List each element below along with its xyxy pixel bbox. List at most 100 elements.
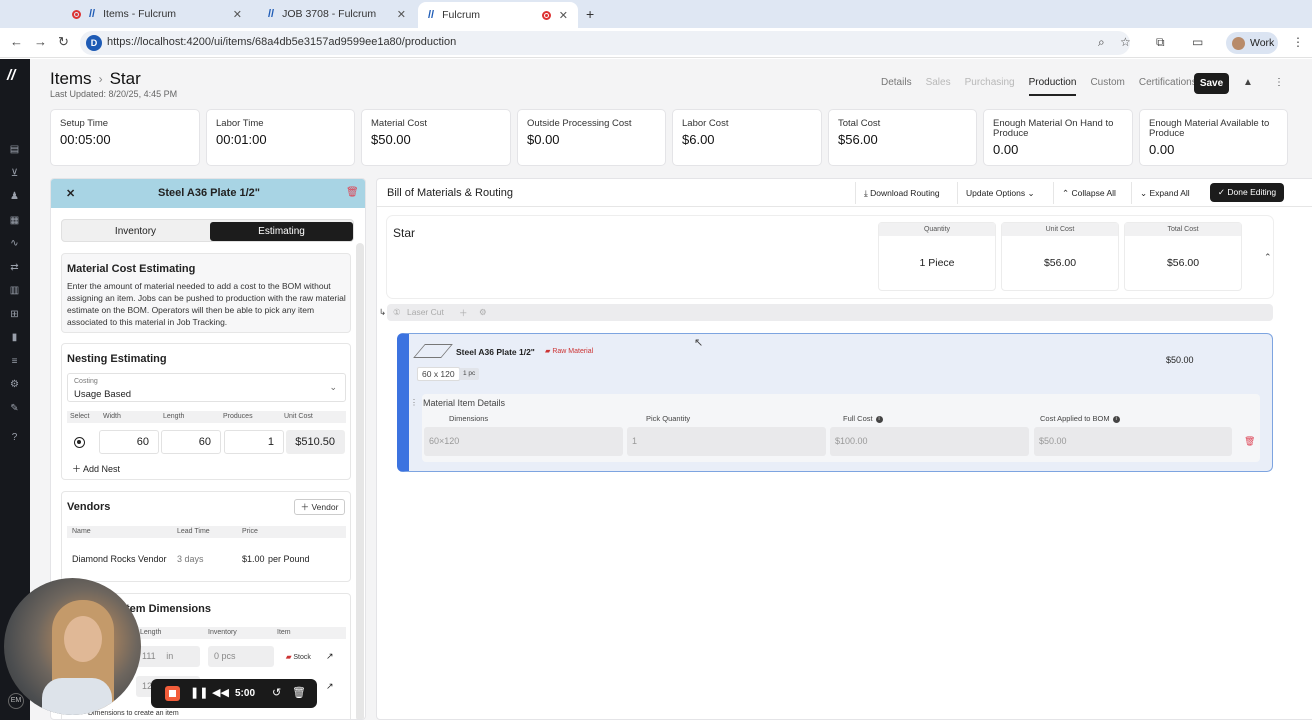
browser-tab-job[interactable]: // JOB 3708 - Fulcrum ✕ [258,3,416,25]
tab-purchasing[interactable]: Purchasing [965,77,1015,96]
fulcrum-favicon-icon: // [268,8,275,20]
dimensions-field[interactable]: 60×120 [424,427,623,456]
nest-produces-input[interactable]: 1 [224,430,284,454]
more-icon[interactable]: ⋮ [1292,35,1304,49]
operation-row[interactable]: ↳ ① Laser Cut ＋ ⚙ [379,304,1273,321]
vendor-name[interactable]: Diamond Rocks Vendor [72,554,167,564]
stop-recording-button[interactable] [165,686,180,701]
add-vendor-button[interactable]: ＋ Vendor [294,499,345,515]
nest-select-radio[interactable] [74,437,85,448]
close-icon[interactable]: ✕ [559,9,568,22]
zoom-icon[interactable]: ⌕ [1098,35,1105,50]
inventory-icon[interactable]: ▥ [9,285,20,296]
rewind-icon[interactable]: ◀◀ [212,686,229,699]
add-nest-button[interactable]: ＋ Add Nest [72,462,120,475]
dimension-length-input[interactable]: 111 in [136,646,200,667]
tab-production[interactable]: Production [1028,77,1077,96]
material-price: $50.00 [1166,355,1194,365]
new-tab-icon[interactable]: + [586,6,594,22]
section-description: Enter the amount of material needed to a… [67,281,346,327]
fulcrum-favicon-icon: // [89,8,96,20]
vendor-lead-time: 3 days [177,554,204,564]
back-icon[interactable]: ← [10,34,23,49]
help-icon[interactable]: ? [9,432,20,443]
col-header: Length [163,413,185,420]
list-icon[interactable]: ≡ [9,356,20,367]
edit-icon[interactable]: ↗ [326,681,334,692]
delete-icon[interactable]: 🗑 [292,686,306,699]
subdirectory-arrow-icon: ↳ [379,307,387,317]
section-title: tem Dimensions [126,603,211,615]
site-info-icon[interactable]: D [86,35,102,51]
section-title: Material Cost Estimating [67,263,196,275]
expand-icon: ⌄ [1140,188,1148,198]
stat-card-material-on-hand: Enough Material On Hand to Produce 0.00 [983,109,1133,166]
cast-icon[interactable]: ▭ [1192,35,1203,49]
tab-custom[interactable]: Custom [1090,77,1124,96]
cart-icon[interactable]: ⊻ [9,168,20,179]
chevron-up-icon[interactable]: ⌃ [1264,252,1272,263]
tab-sales[interactable]: Sales [926,77,951,96]
trash-icon[interactable]: 🗑 [346,187,359,198]
done-editing-button[interactable]: ✓ Done Editing [1210,183,1284,202]
pick-quantity-field[interactable]: 1 [627,427,826,456]
user-avatar[interactable]: EM [8,693,24,709]
update-options-button[interactable]: Update Options ⌄ [957,182,1043,204]
trash-icon[interactable]: 🗑 [1244,436,1255,447]
fulcrum-logo[interactable]: // [7,67,15,84]
transfer-icon[interactable]: ⇄ [9,262,20,273]
extensions-icon[interactable]: ⧉ [1156,35,1165,50]
collapse-icon: ⌃ [1062,188,1070,198]
org-icon[interactable]: ⊞ [9,309,20,320]
vendors-section: Vendors ＋ Vendor Name Lead Time Price Di… [61,491,351,582]
browser-tab-items[interactable]: // Items - Fulcrum ✕ [62,3,252,25]
tab-estimating[interactable]: Estimating [210,222,353,241]
gear-icon[interactable]: ⚙ [479,307,487,318]
bom-toolbar: Bill of Materials & Routing ⤓ Download R… [377,179,1312,207]
chart-icon[interactable]: ▮ [9,332,20,343]
tab-details[interactable]: Details [881,77,912,96]
browser-tab-fulcrum[interactable]: // Fulcrum ✕ [418,2,578,28]
tab-inventory[interactable]: Inventory [64,222,207,241]
material-card[interactable]: Steel A36 Plate 1/2" ▰ Raw Material $50.… [397,333,1273,472]
bell-icon[interactable]: ▲ [1243,77,1253,88]
drag-handle-icon[interactable]: ⋮ [410,398,418,407]
calendar-icon[interactable]: ▦ [9,215,20,226]
wrench-icon[interactable]: ✎ [9,403,20,414]
profile-button[interactable]: Work [1226,32,1278,54]
star-icon[interactable]: ☆ [1120,35,1131,49]
stat-label: Labor Time [216,118,264,129]
breadcrumb-root[interactable]: Items [50,69,92,89]
avatar [1232,36,1245,50]
download-routing-button[interactable]: ⤓ Download Routing [855,182,948,204]
users-icon[interactable]: ♟ [9,191,20,202]
save-button[interactable]: Save [1194,73,1229,94]
collapse-all-button[interactable]: ⌃ Collapse All [1053,182,1124,204]
expand-all-button[interactable]: ⌄ Expand All [1131,182,1198,204]
restart-icon[interactable]: ↺ [272,686,281,699]
forward-icon[interactable]: → [34,34,47,49]
close-icon[interactable]: ✕ [233,8,242,21]
more-icon[interactable]: ⋮ [1274,77,1284,88]
add-step-icon[interactable]: ＋ [459,307,468,319]
info-icon[interactable]: i [1112,415,1120,423]
address-bar[interactable]: D https://localhost:4200/ui/items/68a4db… [80,31,1131,55]
pause-icon[interactable]: ❚❚ [190,686,208,699]
reload-icon[interactable]: ↻ [58,34,69,50]
scrollbar[interactable] [356,243,364,719]
edit-icon[interactable]: ↗ [326,651,334,662]
col-header: Lead Time [177,528,210,535]
dashboard-icon[interactable]: ▤ [9,144,20,155]
nest-length-input[interactable]: 60 [161,430,221,454]
settings-icon[interactable]: ⚙ [9,379,20,390]
url-text[interactable]: https://localhost:4200/ui/items/68a4db5e… [107,36,456,48]
close-icon[interactable]: ✕ [397,8,406,21]
plate-icon [413,344,453,358]
activity-icon[interactable]: ∿ [9,238,20,249]
tab-certifications[interactable]: Certifications [1139,77,1197,96]
nest-width-input[interactable]: 60 [99,430,159,454]
cost-applied-field: $50.00 [1034,427,1232,456]
vendor-price: $1.00 [242,554,265,564]
costing-select[interactable]: Costing Usage Based ⌄ [67,373,346,402]
info-icon[interactable]: i [875,415,883,423]
